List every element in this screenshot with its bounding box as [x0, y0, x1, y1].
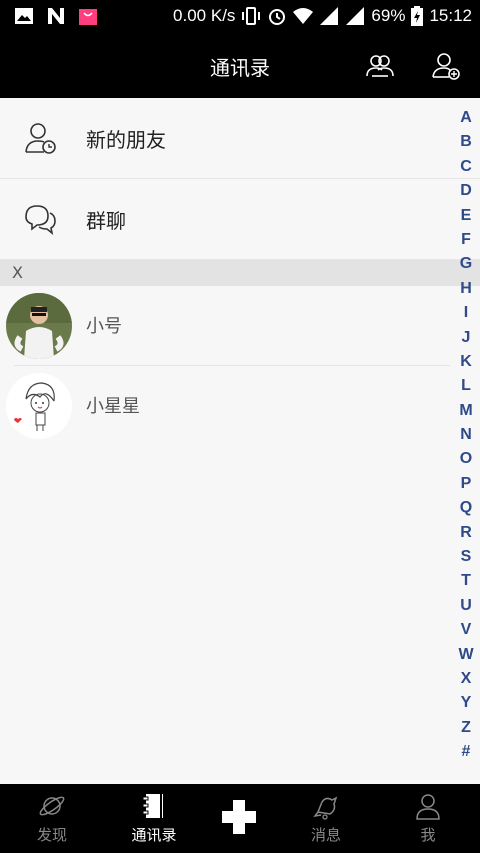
index-letter[interactable]: D	[460, 179, 472, 203]
index-letter[interactable]: R	[460, 521, 472, 545]
avatar	[6, 373, 72, 439]
nav-label: 通讯录	[131, 826, 177, 844]
index-letter[interactable]: U	[460, 594, 472, 618]
contact-row-xiaoxingxing[interactable]: 小星星	[0, 366, 450, 446]
battery-percent: 69%	[371, 6, 406, 25]
avatar	[6, 293, 72, 359]
contacts-list: 新的朋友 群聊 X 小号 小星星	[0, 98, 480, 784]
index-letter[interactable]: O	[460, 447, 472, 471]
index-letter[interactable]: J	[462, 326, 471, 350]
index-letter[interactable]: Y	[461, 691, 472, 715]
index-letter[interactable]: H	[460, 277, 472, 301]
wifi-icon	[293, 8, 314, 24]
nav-label: 发现	[36, 826, 67, 844]
alarm-icon	[269, 9, 286, 25]
index-letter[interactable]: K	[460, 350, 472, 374]
index-letter[interactable]: N	[460, 423, 472, 447]
index-letter[interactable]: X	[461, 667, 472, 691]
shopping-bag-icon	[79, 9, 97, 25]
index-letter[interactable]: A	[460, 106, 472, 130]
index-letter[interactable]: F	[461, 228, 471, 252]
nav-contacts[interactable]: 通讯录	[106, 784, 202, 853]
index-letter[interactable]: S	[461, 545, 472, 569]
signal-icon	[320, 7, 339, 25]
index-letter[interactable]: #	[462, 740, 471, 764]
new-friends-row[interactable]: 新的朋友	[0, 98, 480, 179]
nav-discover[interactable]: 发现	[4, 784, 100, 853]
app-header: 通讯录	[0, 34, 480, 98]
contact-row-xiaohao[interactable]: 小号	[0, 286, 450, 366]
add-user-icon[interactable]	[430, 50, 462, 82]
bottom-navigation: 发现 通讯录 消息 我	[0, 784, 480, 853]
vibrate-icon	[242, 7, 261, 25]
index-letter[interactable]: M	[459, 399, 472, 423]
nav-me[interactable]: 我	[380, 784, 476, 853]
index-letter[interactable]: V	[461, 618, 472, 642]
contacts-book-icon	[142, 794, 163, 818]
profile-icon	[416, 794, 440, 820]
section-letter: X	[12, 263, 23, 282]
index-letter[interactable]: L	[461, 374, 471, 398]
nav-label: 我	[420, 826, 436, 844]
nav-messages[interactable]: 消息	[278, 784, 374, 853]
battery-charging-icon	[411, 6, 424, 26]
clock: 15:12	[429, 6, 472, 25]
group-chat-row[interactable]: 群聊	[0, 179, 480, 260]
plus-icon[interactable]	[220, 798, 258, 836]
index-letter[interactable]: C	[460, 155, 472, 179]
signal-icon-2	[346, 7, 365, 25]
image-icon	[15, 8, 33, 24]
message-bell-icon	[313, 796, 338, 820]
group-contacts-icon[interactable]	[364, 50, 396, 82]
n-app-icon	[48, 8, 64, 24]
index-letter[interactable]: E	[461, 204, 472, 228]
section-header-x: X	[0, 260, 480, 286]
new-friend-icon	[25, 123, 56, 154]
index-letter[interactable]: B	[460, 130, 472, 154]
nav-label: 消息	[310, 826, 341, 844]
status-bar: 0.00 K/s 69% 15:12	[0, 0, 480, 34]
index-letter[interactable]: I	[464, 301, 468, 325]
index-letter[interactable]: Z	[461, 716, 471, 740]
group-chat-label: 群聊	[86, 209, 126, 233]
new-friends-label: 新的朋友	[86, 128, 166, 152]
planet-icon	[39, 796, 65, 816]
index-letter[interactable]: T	[461, 569, 471, 593]
group-chat-icon	[25, 205, 56, 235]
alphabet-index-bar[interactable]: A B C D E F G H I J K L M N O P Q R S T U V W X Y Z #	[458, 106, 474, 765]
page-title: 通讯录	[210, 56, 270, 80]
index-letter[interactable]: P	[461, 472, 472, 496]
network-speed: 0.00 K/s	[173, 6, 236, 25]
index-letter[interactable]: Q	[460, 496, 472, 520]
contact-name: 小号	[86, 316, 122, 337]
index-letter[interactable]: G	[460, 252, 472, 276]
contact-name: 小星星	[86, 396, 140, 417]
index-letter[interactable]: W	[458, 643, 473, 667]
